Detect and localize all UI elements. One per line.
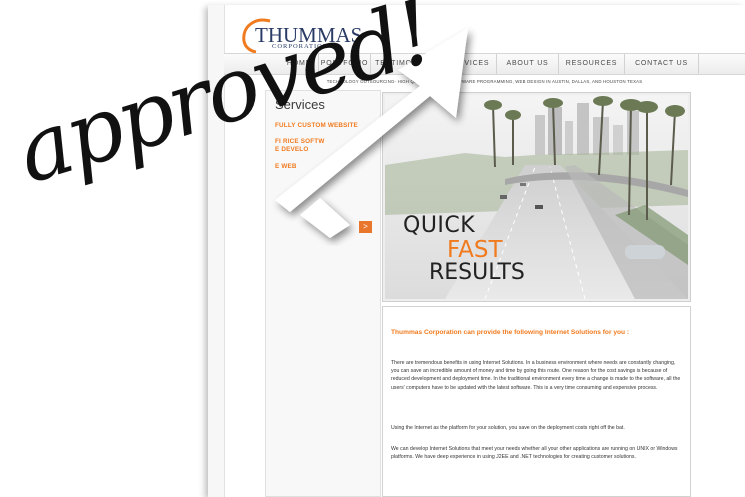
next-arrow-button[interactable]: >: [359, 221, 372, 233]
nav-divider: [698, 54, 699, 74]
nav-testimonials[interactable]: TESTIMO: [370, 54, 416, 74]
nav-portfolio[interactable]: PORTFOLIO: [318, 54, 370, 74]
main-nav: HOME PORTFOLIO TESTIMO RVICES ABOUT US R…: [224, 53, 745, 75]
hero-quick: QUICK: [403, 213, 476, 238]
nav-home[interactable]: HOME: [280, 54, 318, 74]
service-link-custom-website[interactable]: FULLY CUSTOM WEBSITE: [275, 122, 358, 129]
service-link-fixed-price[interactable]: FI RICE SOFTW: [275, 138, 324, 145]
content-paragraph: We can develop Internet Solutions that m…: [391, 446, 678, 461]
nav-resources[interactable]: RESOURCES: [558, 54, 624, 74]
service-link-development[interactable]: E DEVELO: [275, 146, 308, 153]
content-heading: Thummas Corporation can provide the foll…: [391, 329, 630, 336]
services-title: Services: [275, 97, 325, 112]
hero-banner: QUICK FAST RESULTS: [382, 92, 691, 302]
logo-subtitle: CORPORATION: [272, 43, 329, 50]
content-paragraph: Using the Internet as the platform for y…: [391, 425, 625, 431]
company-logo[interactable]: THUMMAS CORPORATION: [240, 15, 362, 57]
content-paragraph: There are tremendous benefits in using I…: [391, 360, 681, 391]
services-sidebar: Services FULLY CUSTOM WEBSITE FI RICE SO…: [265, 90, 381, 497]
nav-contact-us[interactable]: CONTACT US: [624, 54, 698, 74]
nav-about-us[interactable]: ABOUT US: [496, 54, 558, 74]
tagline: TECHNOLOGY OUTSOURCING- HIGH QUALI : CUS…: [326, 79, 643, 84]
service-link-web[interactable]: E WEB: [275, 163, 297, 170]
hero-results: RESULTS: [429, 260, 525, 285]
content-panel: Thummas Corporation can provide the foll…: [382, 306, 691, 497]
nav-services[interactable]: RVICES: [452, 54, 496, 74]
